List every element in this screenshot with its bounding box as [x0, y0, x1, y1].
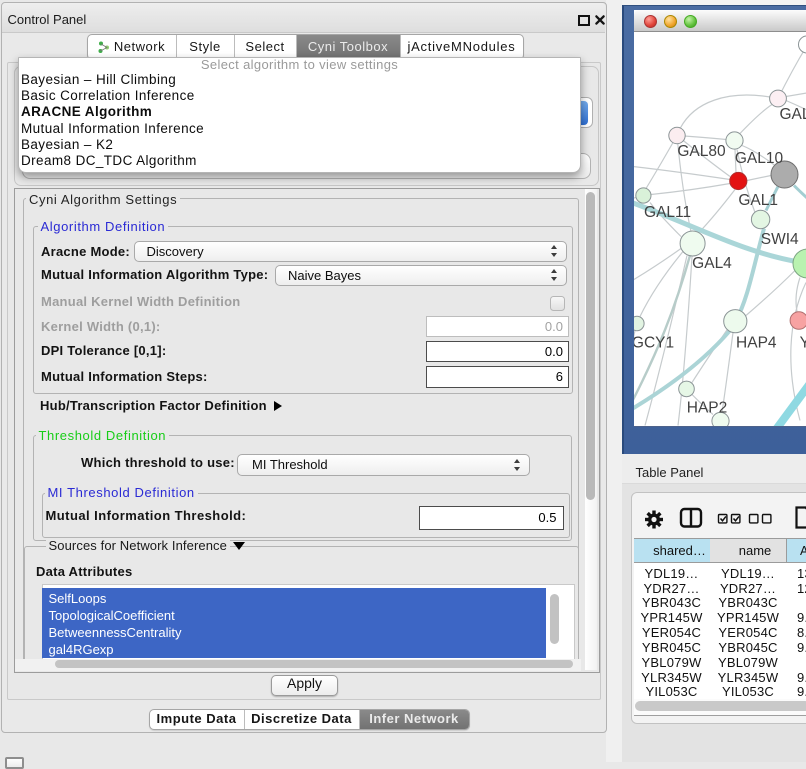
svg-text:YJ: YJ: [800, 334, 806, 351]
svg-text:GAL11: GAL11: [644, 204, 691, 221]
svg-text:HAP4: HAP4: [736, 334, 777, 351]
svg-text:GCY1: GCY1: [634, 334, 674, 351]
svg-text:GAL10: GAL10: [735, 150, 784, 167]
svg-text:HAP2: HAP2: [687, 399, 728, 416]
svg-text:GAL4: GAL4: [692, 255, 732, 272]
svg-text:GAL1: GAL1: [738, 191, 778, 208]
svg-text:GAL80: GAL80: [677, 142, 726, 159]
svg-text:GAL2: GAL2: [780, 106, 806, 123]
svg-text:SWI4: SWI4: [761, 230, 799, 247]
